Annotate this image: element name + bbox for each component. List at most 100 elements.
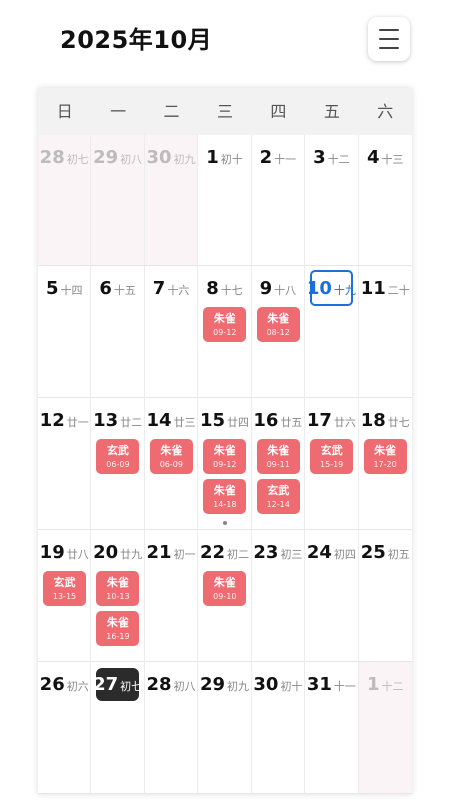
day-cell[interactable]: 5 十四 [38, 266, 92, 398]
event-chip[interactable]: 朱雀 14-18 [203, 479, 247, 514]
day-cell[interactable]: 26 初六 [38, 662, 92, 794]
day-cell[interactable]: 13 廿二 玄武 06-09 [91, 398, 145, 530]
day-number: 31 [306, 674, 332, 695]
day-cell[interactable]: 28 初七 [38, 135, 92, 266]
weekday-header: 日 一 二 三 四 五 六 [38, 88, 412, 135]
day-cell[interactable]: 8 十七 朱雀 09-12 [198, 266, 252, 398]
day-header: 29 初九 [198, 674, 250, 695]
lunar-date: 廿二 [120, 416, 143, 429]
day-cell[interactable]: 7 十六 [144, 266, 199, 398]
day-cell[interactable]: 6 十五 [91, 266, 145, 398]
event-time: 09-11 [266, 460, 290, 469]
event-chip[interactable]: 朱雀 10-13 [96, 571, 140, 606]
event-name: 玄武 [267, 484, 290, 497]
menu-button[interactable] [368, 17, 410, 61]
day-header: 19 廿八 [38, 542, 90, 563]
day-number: 22 [199, 542, 226, 563]
event-chip[interactable]: 朱雀 16-19 [96, 611, 140, 646]
event-chip[interactable]: 玄武 15-19 [310, 439, 354, 474]
lunar-date: 初八 [120, 153, 143, 166]
day-cell[interactable]: 16 廿五 朱雀 09-11 玄武 12-14 [251, 398, 306, 530]
day-header: 7 十六 [145, 278, 197, 299]
event-chip[interactable]: 朱雀 06-09 [149, 439, 193, 474]
day-cell[interactable]: 29 初八 [91, 135, 145, 266]
weekday-wed: 三 [216, 102, 233, 121]
day-cell[interactable]: 12 廿一 [38, 398, 92, 530]
day-cell[interactable]: 2 十一 [251, 135, 306, 266]
weekday-fri: 五 [323, 102, 340, 121]
day-cell[interactable]: 4 十三 [358, 135, 412, 266]
day-header: 17 廿六 [305, 410, 357, 431]
event-name: 朱雀 [160, 444, 183, 457]
lunar-date: 初十 [220, 153, 243, 166]
weekday-tue: 二 [163, 102, 180, 121]
day-number: 9 [259, 278, 273, 299]
day-cell[interactable]: 27 初七 [91, 662, 145, 794]
event-chip[interactable]: 玄武 06-09 [96, 439, 140, 474]
day-header: 20 廿九 [91, 542, 143, 563]
event-chip[interactable]: 朱雀 17-20 [363, 439, 407, 474]
event-list: 玄武 06-09 [96, 439, 140, 474]
day-header: 4 十三 [359, 147, 412, 168]
event-chip[interactable]: 朱雀 08-12 [256, 307, 300, 342]
day-header: 12 廿一 [38, 410, 90, 431]
day-number: 1 [206, 147, 219, 168]
day-cell[interactable]: 19 廿八玄武 13-15 [38, 530, 92, 662]
day-header: 18 廿七 [359, 410, 412, 431]
day-cell[interactable]: 10 十九 [305, 266, 359, 398]
event-name: 玄武 [53, 576, 76, 589]
day-cell[interactable]: 20 廿九朱雀 10-13 朱雀 16-19 [91, 530, 145, 662]
day-cell[interactable]: 17 廿六玄武 15-19 [305, 398, 359, 530]
day-cell[interactable]: 30 初九 [144, 135, 199, 266]
day-number: 4 [367, 147, 380, 168]
lunar-date: 十四 [60, 284, 83, 297]
day-cell[interactable]: 22 初二 朱雀 09-10 [198, 530, 252, 662]
day-cell[interactable]: 1 十二 [358, 662, 412, 794]
day-number: 23 [253, 542, 279, 563]
day-cell[interactable]: 14 廿三 朱雀 06-09 [144, 398, 199, 530]
day-header: 29 初八 [91, 147, 143, 168]
lunar-date: 廿三 [173, 416, 196, 429]
day-cell[interactable]: 3 十二 [305, 135, 359, 266]
event-name: 玄武 [106, 444, 129, 457]
event-list: 朱雀 17-20 [363, 439, 407, 474]
day-number: 27 [93, 674, 119, 695]
event-list: 朱雀 09-10 [203, 571, 247, 606]
day-number: 20 [93, 542, 119, 563]
event-time: 06-09 [106, 460, 130, 469]
weekday-sat: 六 [377, 102, 394, 121]
day-number: 29 [93, 147, 119, 168]
day-cell[interactable]: 21 初一 [144, 530, 199, 662]
event-chip[interactable]: 朱雀 09-12 [203, 439, 247, 474]
day-header: 10 十九 [305, 278, 357, 299]
event-chip[interactable]: 朱雀 09-12 [203, 307, 247, 342]
event-chip[interactable]: 朱雀 09-10 [203, 571, 247, 606]
day-cell[interactable]: 9 十八 朱雀 08-12 [251, 266, 306, 398]
event-chip[interactable]: 朱雀 09-11 [256, 439, 300, 474]
day-cell[interactable]: 28 初八 [144, 662, 199, 794]
lunar-date: 初十 [280, 680, 303, 693]
day-cell[interactable]: 30 初十 [251, 662, 306, 794]
day-number: 19 [39, 542, 65, 563]
menu-icon [379, 29, 399, 31]
day-cell[interactable]: 24 初四 [305, 530, 359, 662]
day-cell[interactable]: 15 廿四 朱雀 09-12 朱雀 14-18 [198, 398, 252, 530]
day-number: 12 [39, 410, 65, 431]
day-cell[interactable]: 25 初五 [358, 530, 412, 662]
day-header: 1 初十 [198, 147, 250, 168]
day-header: 28 初七 [38, 147, 90, 168]
lunar-date: 廿七 [387, 416, 410, 429]
lunar-date: 廿八 [66, 548, 89, 561]
day-number: 16 [253, 410, 279, 431]
lunar-date: 初八 [173, 680, 196, 693]
day-cell[interactable]: 11 二十 [358, 266, 412, 398]
event-list: 朱雀 08-12 [256, 307, 300, 342]
lunar-date: 初九 [227, 680, 250, 693]
day-cell[interactable]: 29 初九 [198, 662, 252, 794]
event-chip[interactable]: 玄武 13-15 [43, 571, 86, 606]
day-cell[interactable]: 18 廿七朱雀 17-20 [358, 398, 412, 530]
day-cell[interactable]: 23 初三 [251, 530, 306, 662]
event-chip[interactable]: 玄武 12-14 [256, 479, 300, 514]
day-cell[interactable]: 1 初十 [198, 135, 252, 266]
day-cell[interactable]: 31 十一 [305, 662, 359, 794]
